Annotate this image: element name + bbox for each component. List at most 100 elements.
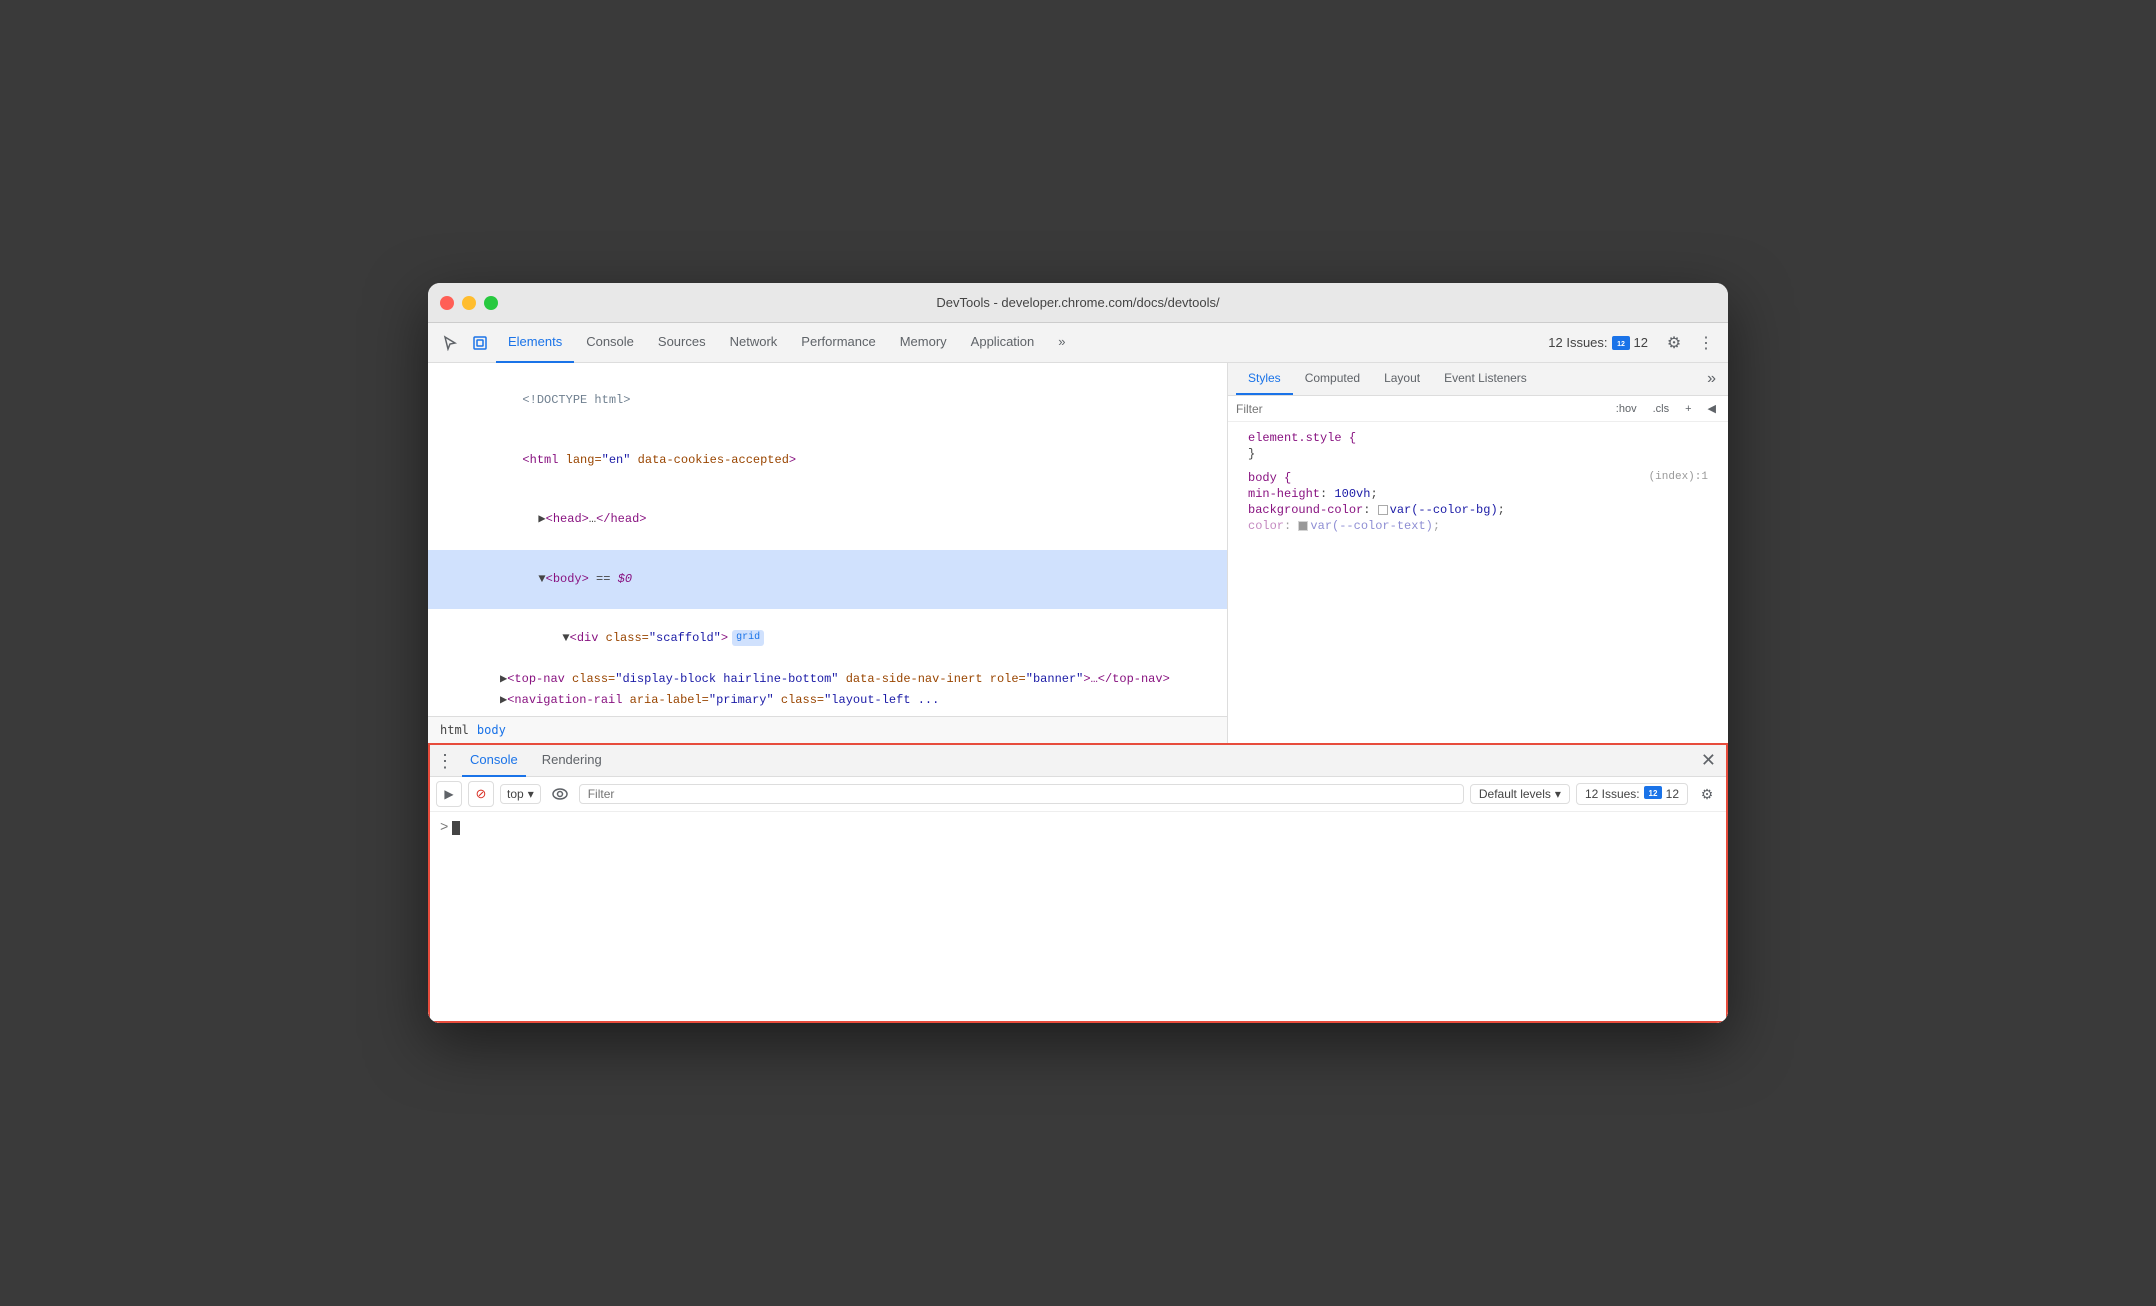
console-issues-badge: 12: [1644, 786, 1662, 802]
nav-attr3: role=: [983, 672, 1026, 686]
elements-panel: <!DOCTYPE html> <html lang="en" data-coo…: [428, 363, 1228, 743]
cursor-tool-button[interactable]: [436, 329, 464, 357]
dom-top-nav[interactable]: ▶<top-nav class="display-block hairline-…: [428, 669, 1227, 690]
body-style-selector[interactable]: body { (index):1: [1236, 470, 1720, 486]
body-style-rule: body { (index):1 min-height: 100vh; back…: [1236, 470, 1720, 534]
drawer-tab-rendering[interactable]: Rendering: [534, 745, 610, 777]
tab-console[interactable]: Console: [574, 323, 646, 363]
html-tag: <html: [522, 453, 565, 467]
html-attr2: data-cookies-accepted: [630, 453, 788, 467]
console-issues-num: 12: [1666, 787, 1679, 801]
execute-icon: ▶: [444, 787, 453, 801]
styles-filter-bar: :hov .cls + ◀: [1228, 396, 1728, 422]
html-attr: lang=: [566, 453, 602, 467]
body-tag: <body>: [546, 572, 589, 586]
inspect-tool-button[interactable]: [466, 329, 494, 357]
console-issues-button[interactable]: 12 Issues: 12 12: [1576, 783, 1688, 805]
tab-application[interactable]: Application: [959, 323, 1047, 363]
styles-tabs: Styles Computed Layout Event Listeners »: [1228, 363, 1728, 396]
dom-doctype[interactable]: <!DOCTYPE html>: [428, 371, 1227, 431]
execute-button[interactable]: ▶: [436, 781, 462, 807]
body-background[interactable]: background-color: var(--color-bg);: [1236, 502, 1720, 518]
cls-button[interactable]: .cls: [1649, 401, 1674, 417]
styles-filter-input[interactable]: [1236, 402, 1604, 416]
breadcrumb-bar: html body: [428, 716, 1227, 743]
head-ellipsis: …: [589, 512, 596, 526]
bg-color-swatch[interactable]: [1378, 505, 1388, 515]
eye-button[interactable]: [547, 781, 573, 807]
html-close: >: [789, 453, 796, 467]
body-min-height[interactable]: min-height: 100vh;: [1236, 486, 1720, 502]
context-selector[interactable]: top ▾: [500, 784, 541, 804]
breadcrumb-html[interactable]: html: [436, 721, 473, 739]
console-settings-button[interactable]: ⚙: [1694, 781, 1720, 807]
add-style-button[interactable]: +: [1681, 401, 1695, 417]
head-expand: ▶: [538, 512, 545, 526]
toggle-button[interactable]: ◀: [1704, 400, 1720, 417]
levels-label: Default levels: [1479, 787, 1551, 801]
tab-memory[interactable]: Memory: [888, 323, 959, 363]
nav-val3: "banner": [1026, 672, 1084, 686]
more-options-button[interactable]: ⋮: [1692, 329, 1720, 357]
rail-val: "primary": [709, 693, 774, 707]
nav-val: "display-block hairline-bottom": [615, 672, 838, 686]
devtools-main: <!DOCTYPE html> <html lang="en" data-coo…: [428, 363, 1728, 743]
drawer-tab-console[interactable]: Console: [462, 745, 526, 777]
dom-tree[interactable]: <!DOCTYPE html> <html lang="en" data-coo…: [428, 363, 1227, 716]
element-style-rule: element.style { }: [1236, 430, 1720, 462]
issues-button[interactable]: 12 Issues: 12 12: [1540, 331, 1656, 354]
element-style-close: }: [1236, 446, 1720, 462]
dom-body[interactable]: ▼<body> == $0: [428, 550, 1227, 610]
prompt-arrow: >: [440, 820, 448, 836]
div-expand: ▼: [562, 631, 569, 645]
console-filter-input[interactable]: [579, 784, 1464, 804]
levels-chevron: ▾: [1555, 787, 1561, 801]
div-val: "scaffold": [649, 631, 721, 645]
element-style-selector[interactable]: element.style {: [1236, 430, 1720, 446]
tab-styles[interactable]: Styles: [1236, 363, 1293, 395]
settings-button[interactable]: ⚙: [1660, 329, 1688, 357]
tab-layout[interactable]: Layout: [1372, 363, 1432, 395]
issues-count: 12: [1634, 335, 1648, 350]
rail-tag: <navigation-rail: [507, 693, 629, 707]
hov-button[interactable]: :hov: [1612, 401, 1641, 417]
block-button[interactable]: ⊘: [468, 781, 494, 807]
devtools-panel: Elements Console Sources Network Perform…: [428, 323, 1728, 1023]
tab-computed[interactable]: Computed: [1293, 363, 1372, 395]
tab-network[interactable]: Network: [718, 323, 790, 363]
svg-text:12: 12: [1617, 341, 1625, 348]
div-attr: class=: [606, 631, 649, 645]
styles-content: element.style { } body { (index):1: [1228, 422, 1728, 743]
breadcrumb-body[interactable]: body: [473, 721, 510, 739]
console-drawer: ⋮ Console Rendering ✕ ▶ ⊘ top ▾: [428, 743, 1728, 1023]
maximize-button[interactable]: [484, 296, 498, 310]
dom-navigation-rail[interactable]: ▶<navigation-rail aria-label="primary" c…: [428, 690, 1227, 711]
close-button[interactable]: [440, 296, 454, 310]
rail-attr: aria-label=: [630, 693, 709, 707]
body-expand: ▼: [538, 572, 545, 586]
dom-head[interactable]: ▶<head>…</head>: [428, 490, 1227, 550]
block-icon: ⊘: [476, 786, 487, 802]
tab-event-listeners[interactable]: Event Listeners: [1432, 363, 1539, 395]
color-swatch[interactable]: [1298, 521, 1308, 531]
styles-tab-more[interactable]: »: [1703, 366, 1720, 392]
tab-sources[interactable]: Sources: [646, 323, 718, 363]
tab-bar: Elements Console Sources Network Perform…: [496, 323, 1538, 363]
tab-performance[interactable]: Performance: [789, 323, 887, 363]
console-content[interactable]: >: [428, 812, 1728, 1023]
toolbar-right: 12 Issues: 12 12 ⚙ ⋮: [1540, 329, 1720, 357]
tab-more[interactable]: »: [1046, 323, 1077, 363]
rail-val2: "layout-left ...: [824, 693, 939, 707]
doctype-text: <!DOCTYPE html>: [522, 393, 630, 407]
head-close: </head>: [596, 512, 646, 526]
drawer-dots-menu[interactable]: ⋮: [436, 752, 454, 770]
tab-elements[interactable]: Elements: [496, 323, 574, 363]
levels-button[interactable]: Default levels ▾: [1470, 784, 1570, 804]
console-prompt: >: [440, 820, 1716, 836]
drawer-close-button[interactable]: ✕: [1697, 746, 1720, 775]
body-color[interactable]: color: var(--color-text);: [1236, 518, 1720, 534]
minimize-button[interactable]: [462, 296, 476, 310]
prompt-cursor: [452, 821, 460, 835]
dom-html[interactable]: <html lang="en" data-cookies-accepted>: [428, 431, 1227, 491]
dom-div-scaffold[interactable]: ▼<div class="scaffold">grid: [428, 609, 1227, 669]
